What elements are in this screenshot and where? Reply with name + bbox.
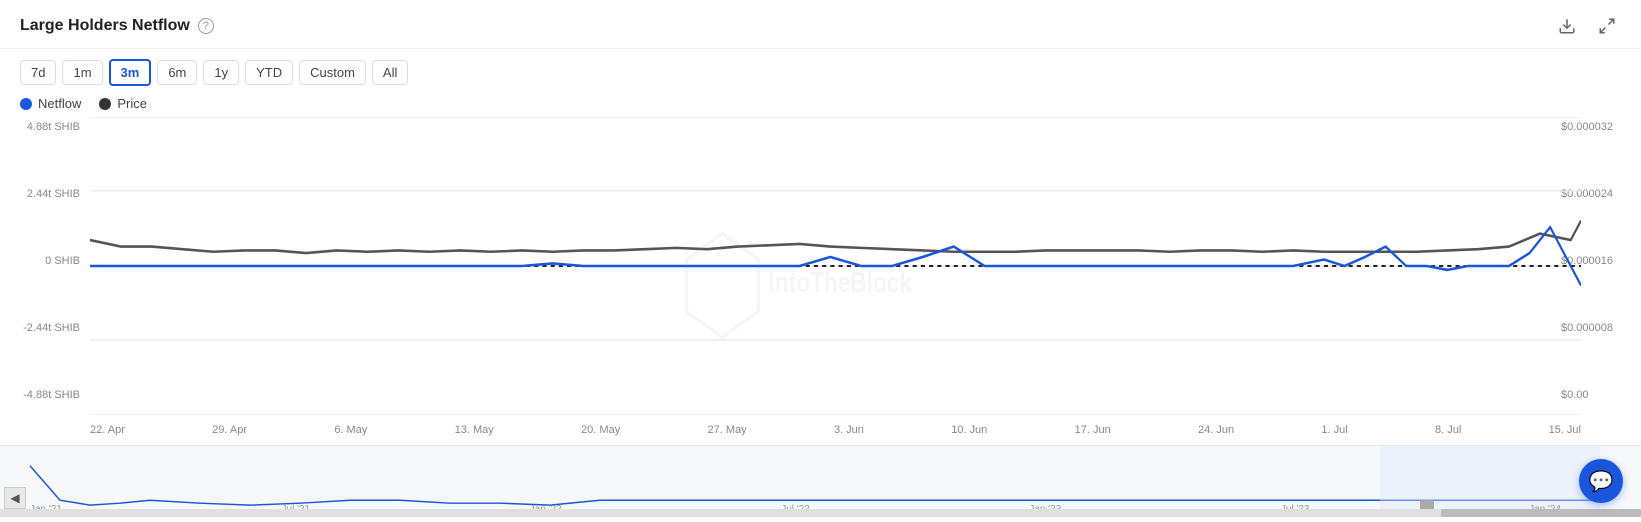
btn-1y[interactable]: 1y <box>203 60 239 85</box>
scroll-left-button[interactable]: ◀ <box>4 487 26 509</box>
x-label-1: 29. Apr <box>212 424 247 436</box>
header-right <box>1553 12 1621 40</box>
x-label-7: 10. Jun <box>951 424 987 436</box>
y-axis-left: 4.88t SHIB 2.44t SHIB 0 SHIB -2.44t SHIB… <box>0 117 88 405</box>
svg-text:IntoTheBlock: IntoTheBlock <box>769 268 913 299</box>
btn-7d[interactable]: 7d <box>20 60 56 85</box>
y-left-4: -4.88t SHIB <box>0 389 80 401</box>
netflow-dot <box>20 98 32 110</box>
y-left-0: 4.88t SHIB <box>0 121 80 133</box>
x-label-9: 24. Jun <box>1198 424 1234 436</box>
chat-button[interactable]: 💬 <box>1579 459 1623 503</box>
y-left-3: -2.44t SHIB <box>0 322 80 334</box>
chat-icon: 💬 <box>1589 469 1614 494</box>
minimap-scrollbar[interactable] <box>0 509 1641 517</box>
x-label-0: 22. Apr <box>90 424 125 436</box>
chart-section: 4.88t SHIB 2.44t SHIB 0 SHIB -2.44t SHIB… <box>0 117 1641 445</box>
btn-custom[interactable]: Custom <box>299 60 366 85</box>
legend-price: Price <box>99 96 147 111</box>
price-dot <box>99 98 111 110</box>
x-label-2: 6. May <box>334 424 367 436</box>
price-label: Price <box>117 96 147 111</box>
x-label-12: 15. Jul <box>1549 424 1581 436</box>
btn-all[interactable]: All <box>372 60 408 85</box>
minimap[interactable]: Jan '21 Jul '21 Jan '22 Jul '22 Jan '23 … <box>0 445 1641 517</box>
x-label-11: 8. Jul <box>1435 424 1461 436</box>
minimap-scrollbar-thumb[interactable] <box>1441 509 1641 517</box>
expand-button[interactable] <box>1593 12 1621 40</box>
x-label-5: 27. May <box>708 424 747 436</box>
page-title: Large Holders Netflow <box>20 17 190 35</box>
help-icon[interactable]: ? <box>198 18 214 34</box>
toolbar: 7d 1m 3m 6m 1y YTD Custom All <box>0 49 1641 92</box>
btn-6m[interactable]: 6m <box>157 60 197 85</box>
main-container: Large Holders Netflow ? <box>0 0 1641 517</box>
btn-ytd[interactable]: YTD <box>245 60 293 85</box>
header: Large Holders Netflow ? <box>0 0 1641 49</box>
legend: Netflow Price <box>0 92 1641 117</box>
btn-3m[interactable]: 3m <box>109 59 152 86</box>
legend-netflow: Netflow <box>20 96 81 111</box>
y-left-2: 0 SHIB <box>0 255 80 267</box>
y-left-1: 2.44t SHIB <box>0 188 80 200</box>
x-axis: 22. Apr 29. Apr 6. May 13. May 20. May 2… <box>90 415 1581 445</box>
chart-svg-container: IntoTheBlock <box>90 117 1581 415</box>
x-label-6: 3. Jun <box>834 424 864 436</box>
btn-1m[interactable]: 1m <box>62 60 102 85</box>
main-chart-svg: IntoTheBlock <box>90 117 1581 415</box>
x-label-3: 13. May <box>455 424 494 436</box>
netflow-label: Netflow <box>38 96 81 111</box>
x-label-10: 1. Jul <box>1321 424 1347 436</box>
x-label-4: 20. May <box>581 424 620 436</box>
header-left: Large Holders Netflow ? <box>20 17 214 35</box>
x-label-8: 17. Jun <box>1075 424 1111 436</box>
download-button[interactable] <box>1553 12 1581 40</box>
